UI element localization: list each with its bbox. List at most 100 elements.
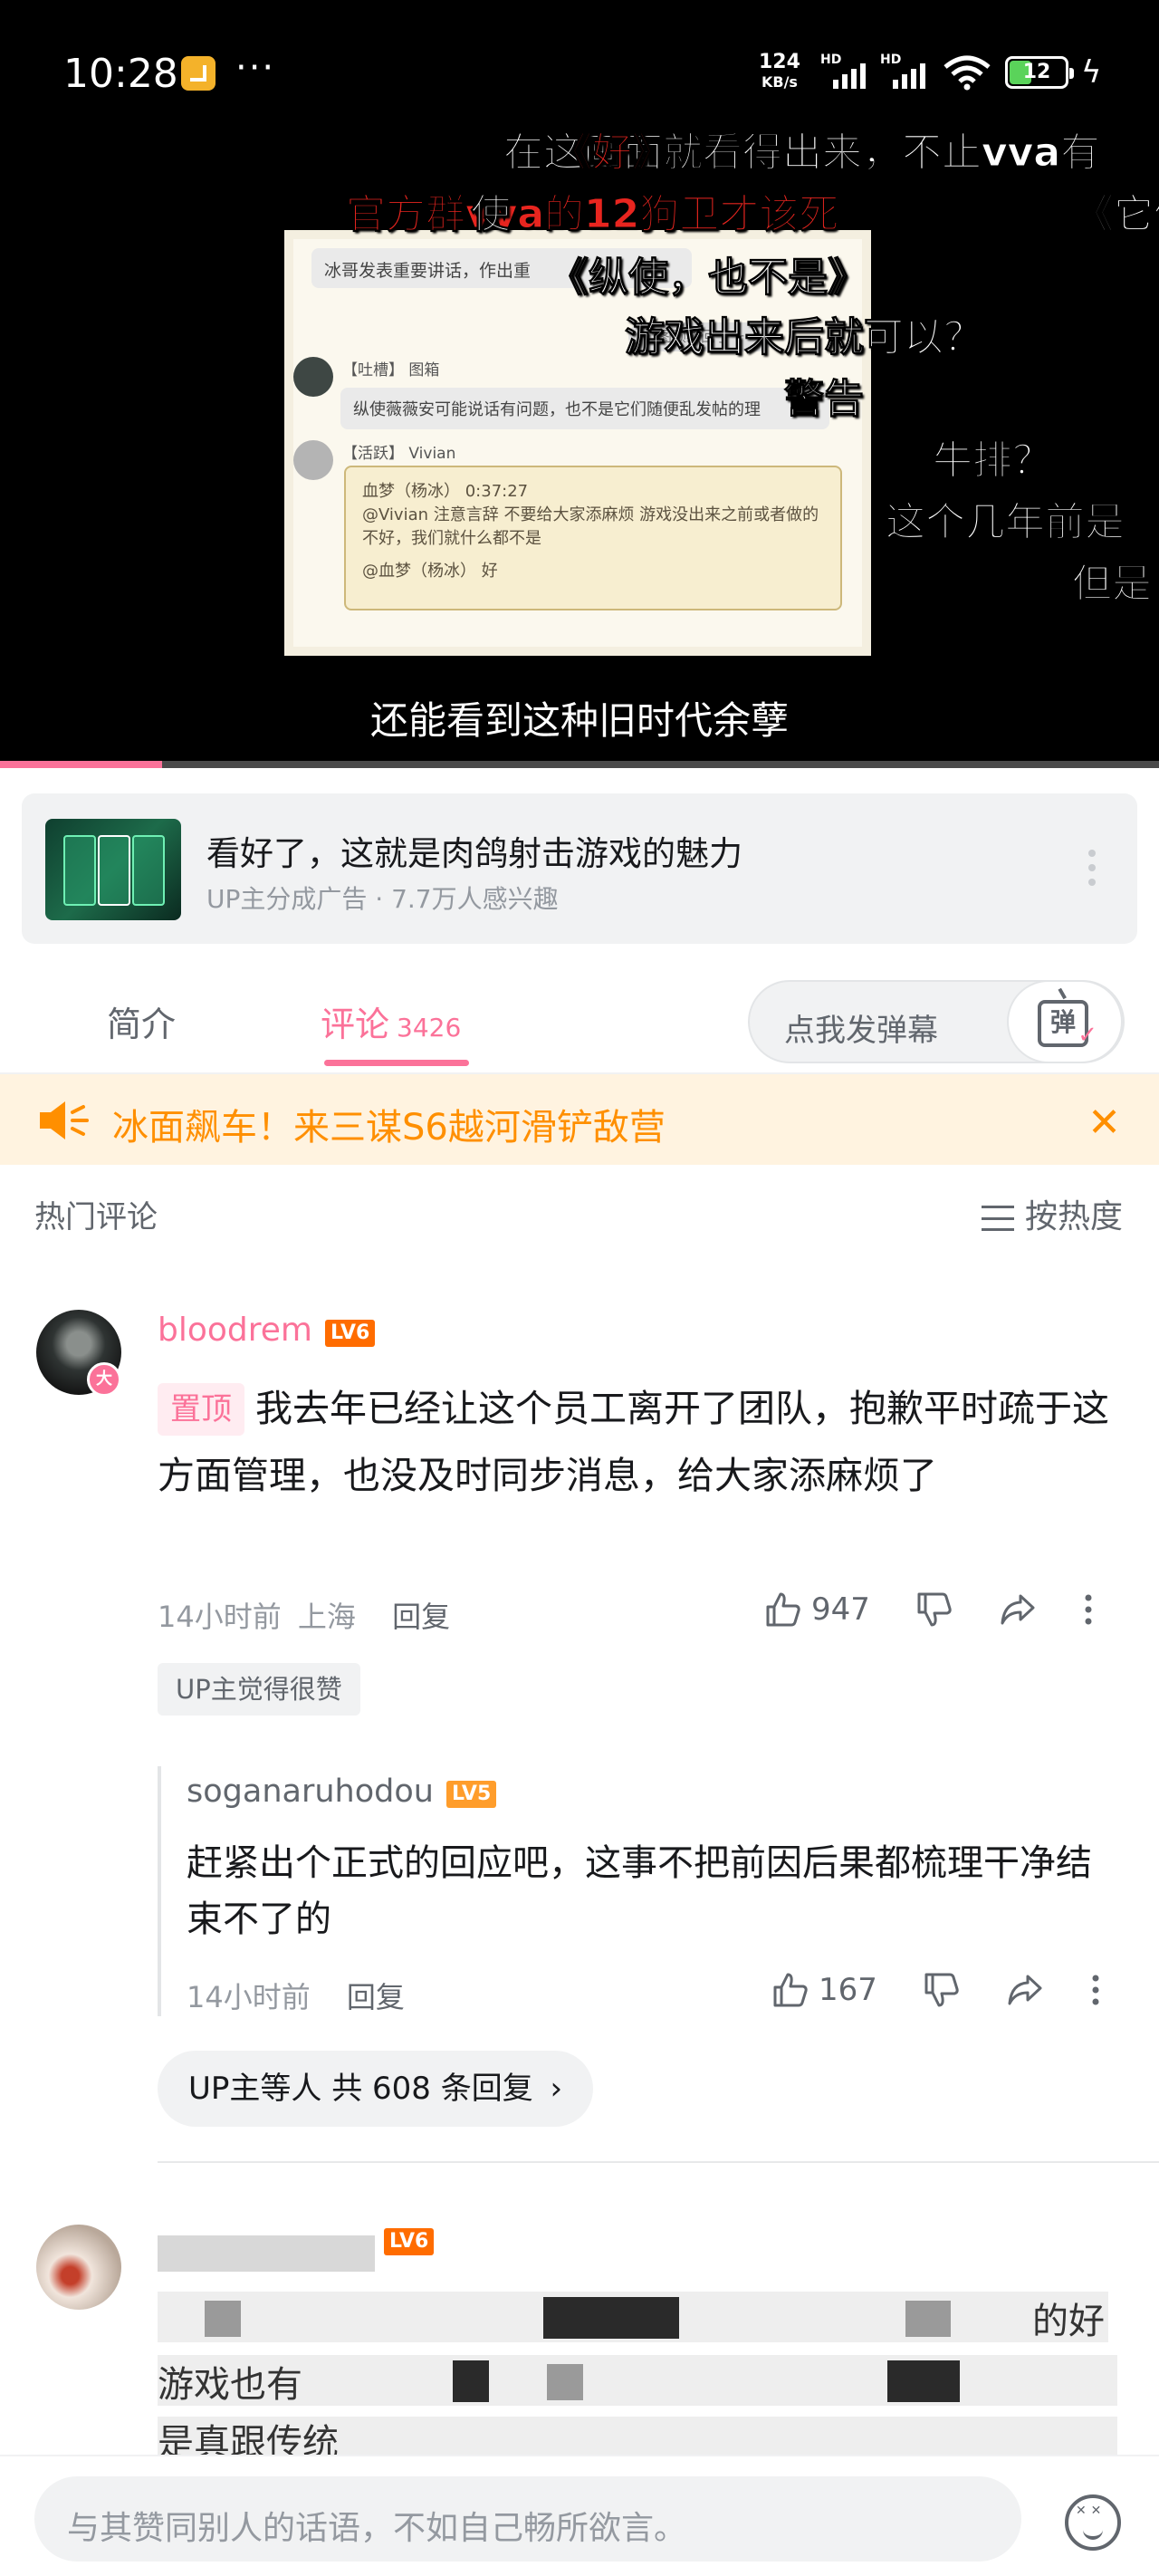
blurred-text <box>453 2360 489 2402</box>
reply-time: 14小时前 <box>187 1980 311 2014</box>
signal-icon: HD <box>880 53 934 89</box>
blurred-text <box>905 2301 951 2337</box>
reply-username[interactable]: soganaruhodou LV5 <box>187 1773 497 1810</box>
thumb-up-icon <box>766 1592 800 1627</box>
tab-comments-label: 评论 <box>321 1004 390 1044</box>
charging-icon: ϟ <box>1081 54 1102 91</box>
comment-fragment: 的好 <box>1032 2301 1105 2342</box>
reply-actions: 167 <box>771 1967 1102 2013</box>
reply-username-text: soganaruhodou <box>187 1773 434 1810</box>
status-time: 10:28 <box>63 51 178 97</box>
divider <box>158 2161 1159 2163</box>
close-icon[interactable]: ✕ <box>1087 1100 1121 1146</box>
avatar[interactable] <box>36 2225 121 2310</box>
ad-thumbnail-card <box>63 835 96 906</box>
chat-card-header: 血梦（杨冰） 0:37:27 <box>362 482 529 501</box>
more-replies-button[interactable]: UP主等人 共 608 条回复 › <box>158 2051 594 2127</box>
chat-user: 【吐槽】 图箱 <box>342 361 440 380</box>
ad-thumbnail-card <box>98 835 130 906</box>
tab-comments[interactable]: 评论 3426 <box>321 996 461 1046</box>
signal-icon: HD <box>820 53 875 89</box>
ad-thumbnail <box>45 819 181 920</box>
danmaku-input[interactable]: 点我发弹幕 弹 <box>748 980 1125 1063</box>
share-icon[interactable] <box>1006 1971 1044 2009</box>
level-badge: LV5 <box>445 1781 497 1808</box>
chat-avatar <box>293 440 333 480</box>
danmaku-item: 《它们 <box>1074 191 1159 238</box>
share-icon[interactable] <box>999 1591 1037 1629</box>
tab-indicator <box>324 1060 469 1066</box>
level-badge: LV6 <box>324 1320 376 1347</box>
like-count: 947 <box>811 1591 870 1628</box>
chat-card: 血梦（杨冰） 0:37:27 @Vivian 注意言辞 不要给大家添麻烦 游戏没… <box>344 466 842 610</box>
like-count: 167 <box>819 1972 877 2008</box>
more-replies-label: UP主等人 共 608 条回复 <box>188 2071 533 2107</box>
up-liked-tag: UP主觉得很赞 <box>158 1663 360 1716</box>
comment-meta: 14小时前 上海 回复 <box>158 1594 450 1636</box>
danmaku-item: 游戏出来后就可以？ <box>625 314 984 361</box>
reply-text[interactable]: 赶紧出个正式的回应吧，这事不把前因后果都梳理干净结束不了的 <box>187 1835 1092 1947</box>
danmaku-toggle-button[interactable]: 弹 <box>1007 980 1123 1063</box>
reply-thread-line <box>158 1766 161 2016</box>
chat-card-body: @Vivian 注意言辞 不要给大家添麻烦 游戏没出来之前或者做的不好，我们就什… <box>362 505 819 548</box>
thumb-up-icon <box>773 1973 808 2007</box>
thumb-down-icon[interactable] <box>915 1591 953 1629</box>
blurred-text <box>547 2364 583 2400</box>
danmaku-item: 但是 <box>1072 561 1153 608</box>
danmaku-item: 警告 <box>784 376 865 423</box>
notice-text: 冰面飙车！来三谋S6越河滑铲敌营 <box>112 1107 666 1149</box>
verified-badge: 大 <box>87 1362 121 1397</box>
chat-user: 【活跃】 Vivian <box>342 445 456 463</box>
comment-username[interactable]: bloodrem LV6 <box>158 1312 376 1349</box>
ad-title: 看好了，这就是肉鸽射击游戏的魅力 <box>206 834 742 873</box>
reply-button[interactable]: 回复 <box>347 1980 405 2014</box>
progress-bar[interactable] <box>0 761 1159 768</box>
wifi-icon <box>943 55 991 91</box>
tab-intro[interactable]: 简介 <box>107 996 176 1046</box>
like-button[interactable]: 167 <box>771 1971 877 2009</box>
comment-input[interactable]: 与其赞同别人的话语，不如自己畅所欲言。 <box>34 2476 1021 2562</box>
chat-avatar <box>293 357 333 397</box>
sort-label: 按热度 <box>1024 1198 1123 1235</box>
comment-input-bar: 与其赞同别人的话语，不如自己畅所欲言。 <box>0 2455 1159 2576</box>
comment-fragment: 游戏也有 <box>158 2364 302 2406</box>
comment-input-placeholder: 与其赞同别人的话语，不如自己畅所欲言。 <box>67 2510 687 2547</box>
blurred-text <box>887 2360 960 2402</box>
comment-text[interactable]: 置顶 我去年已经让这个员工离开了团队，抱歉平时疏于这方面管理，也没及时同步消息，给… <box>158 1375 1117 1509</box>
sort-button[interactable]: 按热度 <box>981 1190 1123 1237</box>
comments-section-title: 热门评论 <box>34 1199 158 1235</box>
status-bar: 10:28 ··· 124 KB/s HD HD 12 ϟ <box>0 0 1159 127</box>
danmaku-item: 使 <box>471 191 512 238</box>
more-icon[interactable] <box>1089 1971 1102 2009</box>
danmaku-item: 官方群vva的12狗卫才该死 <box>345 191 839 238</box>
network-speed-unit: KB/s <box>761 73 798 91</box>
blurred-username <box>158 2235 375 2272</box>
comment-actions: 947 <box>764 1587 1095 1632</box>
reply-meta: 14小时前 回复 <box>187 1975 405 2016</box>
thumb-down-icon[interactable] <box>923 1971 961 2009</box>
danmaku-item: 这个几年前是 <box>886 499 1125 546</box>
more-notifications: ··· <box>235 47 276 89</box>
more-icon[interactable] <box>1087 850 1097 889</box>
notice-banner[interactable]: 冰面飙车！来三谋S6越河滑铲敌营 ✕ <box>0 1074 1159 1165</box>
comment-location: 上海 <box>297 1600 356 1634</box>
battery-icon: 12 <box>1005 56 1074 89</box>
network-speed: 124 KB/s <box>759 53 800 92</box>
video-subtitle: 还能看到这种旧时代余孽 <box>369 698 789 743</box>
ad-thumbnail-card <box>132 835 165 906</box>
speaker-icon <box>40 1101 89 1139</box>
danmaku-item: 《纵使，也不是》 <box>549 255 868 302</box>
video-player[interactable]: 10:28 ··· 124 KB/s HD HD 12 ϟ 冰哥发表重要讲话，作… <box>0 0 1159 768</box>
chat-card-reply: @血梦（杨冰） 好 <box>362 562 498 581</box>
ad-card[interactable]: 看好了，这就是肉鸽射击游戏的魅力 UP主分成广告 · 7.7万人感兴趣 <box>22 793 1137 944</box>
danmaku-input-placeholder: 点我发弹幕 <box>784 1013 938 1049</box>
more-icon[interactable] <box>1082 1591 1095 1629</box>
network-speed-value: 124 <box>759 51 800 73</box>
reply-button[interactable]: 回复 <box>392 1600 450 1634</box>
comment-username-text: bloodrem <box>158 1312 312 1349</box>
like-button[interactable]: 947 <box>764 1591 870 1629</box>
blurred-text <box>205 2301 241 2337</box>
emoji-icon[interactable] <box>1065 2494 1121 2551</box>
chevron-right-icon: › <box>550 2071 563 2107</box>
comment-content: 我去年已经让这个员工离开了团队，抱歉平时疏于这方面管理，也没及时同步消息，给大家… <box>158 1387 1109 1497</box>
